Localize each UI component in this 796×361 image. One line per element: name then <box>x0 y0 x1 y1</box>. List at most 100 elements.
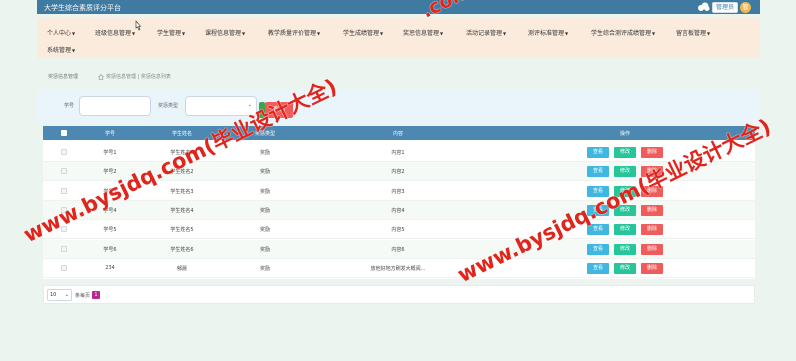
data-table: 学号 学生姓名 奖惩类型 内容 操作 学号1 学生姓名1 奖励 内容1 查看 修改 删除 学号… <box>43 126 755 279</box>
cell-type: 奖励 <box>259 265 271 272</box>
edit-button[interactable]: 修改 <box>614 166 636 178</box>
row-checkbox[interactable] <box>61 264 67 271</box>
nav-item-system[interactable]: 系统管理▼ <box>47 45 75 54</box>
nav-item-course-info[interactable]: 课程信息管理▼ <box>205 28 245 37</box>
chevron-down-icon: ▼ <box>440 31 444 36</box>
view-button[interactable]: 查看 <box>587 185 609 197</box>
reward-type-select[interactable]: ⌄ <box>185 96 257 116</box>
cell-content: 内容4 <box>391 207 405 214</box>
edit-button[interactable]: 修改 <box>614 224 636 236</box>
user-menu-button[interactable]: 管理员 <box>711 1 738 13</box>
cell-id: 234 <box>105 264 115 271</box>
cell-name: 学生姓名5 <box>170 227 194 234</box>
row-checkbox[interactable] <box>61 245 67 252</box>
cell-content: 内容3 <box>391 188 405 195</box>
view-button[interactable]: 查看 <box>587 204 609 216</box>
view-button[interactable]: 查看 <box>587 224 609 236</box>
nav-item-activities[interactable]: 活动记录管理▼ <box>466 28 506 37</box>
chevron-down-icon: ▼ <box>707 31 711 36</box>
chevron-down-icon: ▼ <box>182 31 186 36</box>
row-checkbox[interactable] <box>61 168 67 175</box>
nav-item-message-board[interactable]: 留言板管理▼ <box>676 28 710 37</box>
chevron-down-icon: ⌄ <box>64 292 69 298</box>
edit-button[interactable]: 修改 <box>614 147 636 158</box>
cell-id: 学号1 <box>103 150 117 156</box>
cell-id: 学号3 <box>103 188 117 195</box>
nav-item-class-info[interactable]: 班级信息管理▼ <box>95 28 135 37</box>
row-checkbox[interactable] <box>61 149 67 155</box>
breadcrumb: 奖惩信息管理 奖惩信息管理 | 奖惩信息列表 <box>37 66 760 88</box>
cell-name: 学生姓名4 <box>170 207 194 214</box>
cell-type: 奖励 <box>259 227 271 234</box>
row-checkbox[interactable] <box>61 187 67 194</box>
table-row: 学号3 学生姓名3 奖励 内容3 查看 修改 删除 <box>43 182 755 201</box>
header-type[interactable]: 奖惩类型 <box>255 130 275 137</box>
delete-button[interactable]: 删除 <box>641 204 663 216</box>
chevron-down-icon: ▼ <box>242 31 246 36</box>
mouse-cursor-icon <box>135 20 142 31</box>
edit-button[interactable]: 修改 <box>614 204 636 216</box>
header-content[interactable]: 内容 <box>393 130 403 137</box>
table-row: 234 郁晨 奖励 放他好地方刷发大概阅... 查看 修改 删除 <box>43 259 755 278</box>
cell-type: 奖励 <box>259 169 271 176</box>
cell-content: 内容5 <box>391 227 405 234</box>
table-row: 学号6 学生姓名6 奖励 内容6 查看 修改 删除 <box>43 239 755 259</box>
edit-button[interactable]: 修改 <box>614 262 636 274</box>
page-size-select[interactable]: 10 ⌄ <box>47 289 72 301</box>
delete-button[interactable]: 删除 <box>641 166 663 178</box>
cell-content: 内容1 <box>391 150 405 156</box>
cell-content: 内容6 <box>391 246 405 253</box>
table-header: 学号 学生姓名 奖惩类型 内容 操作 <box>43 126 755 140</box>
header-actions: 操作 <box>619 131 631 137</box>
nav-item-teaching-evaluation[interactable]: 教学质量评价管理▼ <box>268 28 320 37</box>
delete-button[interactable]: 删除 <box>641 185 663 197</box>
cell-id: 学号6 <box>103 246 117 253</box>
page-title: 奖惩信息管理 <box>48 74 79 80</box>
header-student-id[interactable]: 学号 <box>105 130 115 137</box>
row-checkbox[interactable] <box>61 206 67 213</box>
view-button[interactable]: 查看 <box>587 147 609 158</box>
delete-button[interactable]: 删除 <box>641 147 663 158</box>
nav-item-composite-scores[interactable]: 学生综合测评成绩管理▼ <box>591 28 655 37</box>
cloud-icon <box>697 2 710 11</box>
cell-content: 内容2 <box>391 169 405 176</box>
delete-button[interactable]: 删除 <box>641 224 663 236</box>
pagination: 10 ⌄ 条每页 1 <box>43 285 755 304</box>
breadcrumb-path: 奖惩信息管理 | 奖惩信息列表 <box>98 73 171 80</box>
cell-type: 奖励 <box>259 188 271 195</box>
chevron-down-icon: ▼ <box>380 31 384 36</box>
chevron-down-icon: ▼ <box>317 31 321 36</box>
top-header: 大学生综合素质评分平台 管理员 管 <box>37 0 760 14</box>
avatar[interactable]: 管 <box>740 1 751 13</box>
delete-button[interactable]: 删除 <box>641 243 663 255</box>
current-page-button[interactable]: 1 <box>92 291 100 299</box>
cell-type: 奖励 <box>259 207 271 214</box>
cell-type: 奖励 <box>259 150 271 156</box>
view-button[interactable]: 查看 <box>587 243 609 255</box>
reward-type-label: 奖惩类型 <box>158 103 179 109</box>
main-nav: 个人中心▼ 班级信息管理▼ 学生管理▼ 课程信息管理▼ 教学质量评价管理▼ 学生… <box>37 18 760 58</box>
nav-item-grades[interactable]: 学生成绩管理▼ <box>343 28 383 37</box>
nav-item-student[interactable]: 学生管理▼ <box>157 28 185 37</box>
header-student-name[interactable]: 学生姓名 <box>172 130 192 137</box>
select-all-checkbox[interactable] <box>61 130 67 136</box>
chevron-down-icon: ▼ <box>132 31 136 36</box>
cell-id: 学号2 <box>103 169 117 176</box>
delete-button[interactable]: 删除 <box>641 262 663 274</box>
student-id-input[interactable] <box>79 96 151 116</box>
nav-item-personal-center[interactable]: 个人中心▼ <box>47 28 75 37</box>
home-icon[interactable] <box>98 73 104 80</box>
cell-content: 放他好地方刷发大概阅... <box>370 265 426 272</box>
edit-button[interactable]: 修改 <box>614 243 636 255</box>
view-button[interactable]: 查看 <box>587 166 609 178</box>
edit-button[interactable]: 修改 <box>614 185 636 197</box>
row-checkbox[interactable] <box>61 226 67 233</box>
view-button[interactable]: 查看 <box>587 262 609 274</box>
nav-item-rewards[interactable]: 奖惩信息管理▼ <box>403 28 443 37</box>
cell-name: 学生姓名1 <box>170 150 194 156</box>
search-button[interactable]: 查询 <box>265 102 293 118</box>
table-row: 学号1 学生姓名1 奖励 内容1 查看 修改 删除 <box>43 143 755 162</box>
nav-item-criteria[interactable]: 测评标准管理▼ <box>528 28 568 37</box>
student-id-label: 学号 <box>64 103 75 109</box>
cell-id: 学号5 <box>103 227 117 234</box>
